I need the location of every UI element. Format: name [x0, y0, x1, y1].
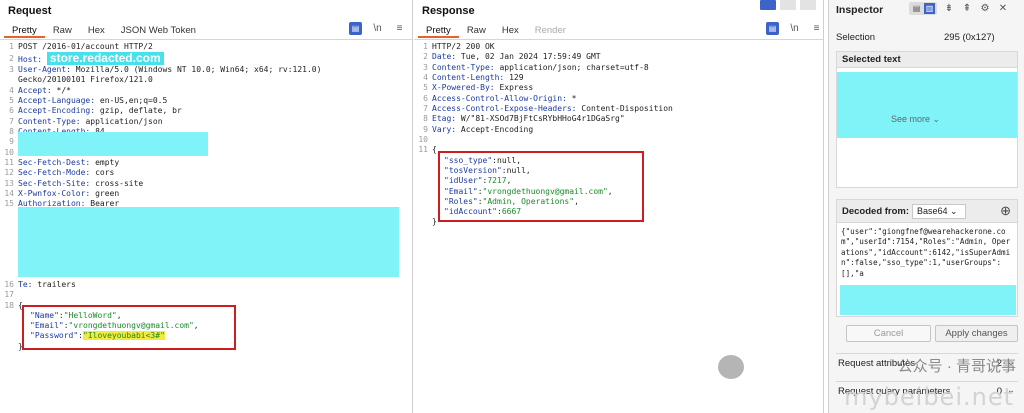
- code-line: 5 Accept-Language: en-US,en;q=0.5: [9, 96, 168, 105]
- code-line: 6 Access-Control-Allow-Origin: *: [423, 94, 577, 103]
- decoded-text: {"user":"giongfnef@wearehackerone.com","…: [841, 227, 1011, 278]
- code-line: 1 POST /2016-01/account HTTP/2: [9, 42, 153, 51]
- decoded-from-header: Decoded from: Base64 ⌄ ⊕: [836, 199, 1018, 223]
- watermark-site: mybeibei.net: [844, 383, 1014, 411]
- collapse-icon[interactable]: ⇞: [961, 3, 973, 15]
- inspector-title: Inspector: [836, 4, 884, 16]
- pretty-print-icon[interactable]: ▤: [349, 22, 362, 35]
- add-decoder-icon[interactable]: ⊕: [1000, 203, 1011, 219]
- redaction-block: [18, 207, 399, 277]
- response-tabs: Pretty Raw Hex Render: [418, 24, 574, 38]
- close-icon[interactable]: ✕: [997, 3, 1009, 15]
- cancel-button[interactable]: Cancel: [846, 325, 931, 342]
- code-line: 11 Sec-Fetch-Dest: empty: [4, 158, 120, 167]
- code-line: 7 Content-Type: application/json: [9, 117, 163, 126]
- code-line: 8 Etag: W/"81-XSOd7BjFtCsRYbHHoG4r1DGaSrg…: [423, 114, 625, 123]
- redaction-block: [18, 132, 208, 156]
- code-line: 2 Host: store.redacted.com: [0, 52, 412, 65]
- menu-icon[interactable]: ≡: [393, 22, 406, 35]
- response-tab-raw[interactable]: Raw: [459, 24, 494, 38]
- code-line: 4 Accept: */*: [9, 86, 71, 95]
- request-tab-pretty[interactable]: Pretty: [4, 24, 45, 38]
- request-toolbar: ▤ \n ≡: [349, 22, 406, 35]
- pretty-print-icon[interactable]: ▤: [766, 22, 779, 35]
- code-line: 12 Sec-Fetch-Mode: cors: [4, 168, 115, 177]
- code-line: Gecko/20100101 Firefox/121.0: [18, 75, 153, 84]
- selection-row: Selection 295 (0x127): [836, 32, 1018, 43]
- code-line: 7 Access-Control-Expose-Headers: Content-…: [423, 104, 673, 113]
- highlight-box: [438, 151, 644, 222]
- panel-view-icon[interactable]: ▥: [924, 3, 935, 14]
- layout-toggle: [760, 0, 816, 10]
- highlight-box: [22, 305, 236, 350]
- inspector-pane: Inspector ▤ ▥ ⇟ ⇞ ⚙ ✕ Selection 295 (0x1…: [828, 0, 1024, 413]
- response-tab-hex[interactable]: Hex: [494, 24, 527, 38]
- response-editor[interactable]: 1 HTTP/2 200 OK 2 Date: Tue, 02 Jan 2024 1…: [414, 40, 823, 413]
- request-tabs: Pretty Raw Hex JSON Web Token: [4, 24, 204, 38]
- selection-label: Selection: [836, 32, 876, 43]
- code-line: 2 Date: Tue, 02 Jan 2024 17:59:49 GMT: [423, 52, 601, 61]
- response-title: Response: [422, 5, 475, 17]
- request-tab-hex[interactable]: Hex: [80, 24, 113, 38]
- chevron-down-icon: ⌄: [932, 114, 941, 124]
- host-value: store.redacted.com: [46, 52, 164, 65]
- settings-icon[interactable]: ⚙: [979, 3, 991, 15]
- single-view-icon[interactable]: [800, 0, 816, 10]
- code-line: 4 Content-Length: 129: [423, 73, 524, 82]
- menu-icon[interactable]: ≡: [810, 22, 823, 35]
- horizontal-view-icon[interactable]: [780, 0, 796, 10]
- request-pane: Request Pretty Raw Hex JSON Web Token ▤ …: [0, 0, 413, 413]
- decoder-select[interactable]: Base64 ⌄: [912, 204, 966, 219]
- request-editor[interactable]: 1 POST /2016-01/account HTTP/2 2 Host: sto…: [0, 40, 412, 413]
- selection-value: 295 (0x127): [944, 32, 995, 43]
- code-line: 1 HTTP/2 200 OK: [423, 42, 495, 51]
- response-pane: Response Pretty Raw Hex Render ▤ \n ≡ 1H…: [414, 0, 824, 413]
- decoded-from-label: Decoded from:: [842, 206, 910, 217]
- code-line: 3 User-Agent: Mozilla/5.0 (Windows NT 10.…: [9, 65, 322, 74]
- code-line: 9 Vary: Accept-Encoding: [423, 125, 534, 134]
- response-toolbar: ▤ \n ≡: [766, 22, 823, 35]
- newline-toggle[interactable]: \n: [371, 22, 384, 35]
- decoded-text-area[interactable]: {"user":"giongfnef@wearehackerone.com","…: [836, 223, 1018, 317]
- code-line: 3 Content-Type: application/json; charset…: [423, 63, 649, 72]
- request-tab-jwt[interactable]: JSON Web Token: [113, 24, 204, 38]
- response-tab-pretty[interactable]: Pretty: [418, 24, 459, 38]
- apply-changes-button[interactable]: Apply changes: [935, 325, 1018, 342]
- see-more-link[interactable]: See more ⌄: [891, 114, 940, 125]
- align-icon[interactable]: ⇟: [943, 3, 955, 15]
- newline-toggle[interactable]: \n: [788, 22, 801, 35]
- response-tab-render[interactable]: Render: [527, 24, 574, 38]
- code-line: 14 X-Pwnfox-Color: green: [4, 189, 120, 198]
- wechat-logo-icon: [718, 355, 744, 379]
- split-view-icon[interactable]: [760, 0, 776, 10]
- request-tab-raw[interactable]: Raw: [45, 24, 80, 38]
- redaction-block: [840, 285, 1016, 315]
- chevron-down-icon: ⌄: [950, 206, 958, 216]
- code-line: 10: [418, 135, 428, 144]
- code-line: 6 Accept-Encoding: gzip, deflate, br: [9, 106, 182, 115]
- list-view-icon[interactable]: ▤: [911, 3, 922, 14]
- redaction-block: [837, 72, 1017, 138]
- watermark-text: 公众号 · 青哥说事: [897, 358, 1016, 375]
- code-line: 13 Sec-Fetch-Site: cross-site: [4, 179, 144, 188]
- selected-text-label: Selected text: [837, 52, 1017, 68]
- code-line: 17: [4, 290, 14, 299]
- inspector-toolbar: ▤ ▥ ⇟ ⇞ ⚙ ✕: [909, 2, 1009, 15]
- layout-switch: ▤ ▥: [909, 2, 937, 15]
- code-line: 5 X-Powered-By: Express: [423, 83, 534, 92]
- request-title: Request: [8, 5, 52, 17]
- code-line: 16 Te: trailers: [4, 280, 76, 289]
